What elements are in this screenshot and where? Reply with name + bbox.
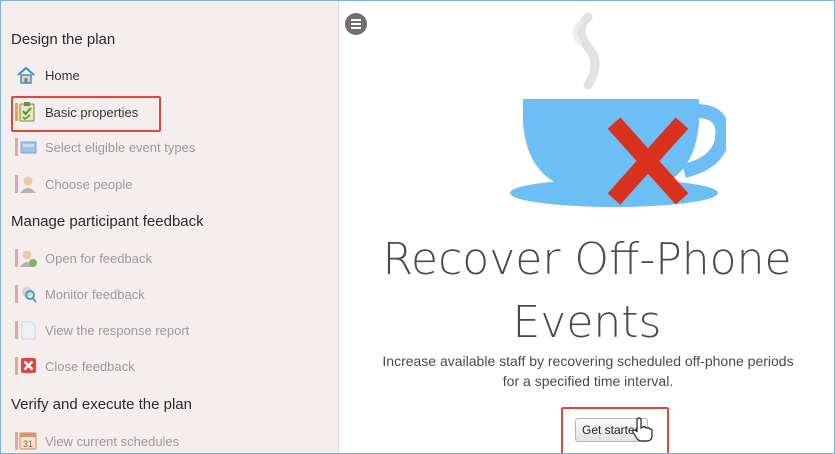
sidebar-item-label: Monitor feedback [45, 286, 145, 302]
sidebar-item-label: Basic properties [45, 104, 139, 120]
sidebar-item-label: View current schedules [45, 433, 180, 449]
sidebar-item-select-event-types[interactable]: Select eligible event types [15, 134, 195, 160]
description-line1: Increase available staff by recovering s… [382, 353, 794, 369]
sidebar-item-view-schedules[interactable]: 31 View current schedules [15, 428, 180, 453]
description-line2: for a specified time interval. [502, 373, 674, 389]
page-title-line1: Recover Off-Phone [382, 234, 792, 285]
section-title-verify: Verify and execute the plan [11, 396, 192, 413]
sidebar-item-label: Select eligible event types [45, 139, 196, 155]
hand-cursor-icon [632, 417, 653, 442]
section-title-design: Design the plan [11, 31, 116, 48]
sidebar-item-open-feedback[interactable]: Open for feedback [15, 245, 152, 271]
sidebar-item-monitor-feedback[interactable]: Monitor feedback [15, 281, 145, 307]
sidebar-item-home[interactable]: Home [15, 62, 80, 88]
person-feedback-icon [15, 247, 37, 269]
hamburger-menu-icon[interactable] [345, 13, 367, 35]
sidebar-item-label: Open for feedback [45, 250, 152, 266]
home-icon [15, 64, 37, 86]
monitor-search-icon [15, 283, 37, 305]
sidebar-item-label: View the response report [45, 322, 190, 338]
sidebar-item-label: Close feedback [45, 358, 135, 374]
close-x-icon [15, 355, 37, 377]
highlight-get-started: Get started [561, 407, 669, 453]
section-title-feedback: Manage participant feedback [11, 213, 204, 230]
event-types-icon [15, 136, 37, 158]
sidebar-item-response-report[interactable]: View the response report [15, 317, 189, 343]
sidebar-item-basic-properties[interactable]: Basic properties [15, 99, 138, 125]
app-window: Design the plan Home Basic properties Se… [0, 0, 835, 454]
coffee-cup-x-icon [510, 12, 726, 207]
sidebar-item-choose-people[interactable]: Choose people [15, 171, 132, 197]
sidebar-item-label: Choose people [45, 176, 133, 192]
checklist-icon [15, 101, 37, 123]
calendar-day-text: 31 [23, 439, 33, 449]
calendar-icon: 31 [15, 430, 37, 452]
page-title-line2: Events [512, 297, 662, 348]
sidebar-item-label: Home [45, 67, 80, 83]
document-icon [15, 319, 37, 341]
sidebar-item-close-feedback[interactable]: Close feedback [15, 353, 135, 379]
person-icon [15, 173, 37, 195]
sidebar: Design the plan Home Basic properties Se… [1, 1, 339, 453]
